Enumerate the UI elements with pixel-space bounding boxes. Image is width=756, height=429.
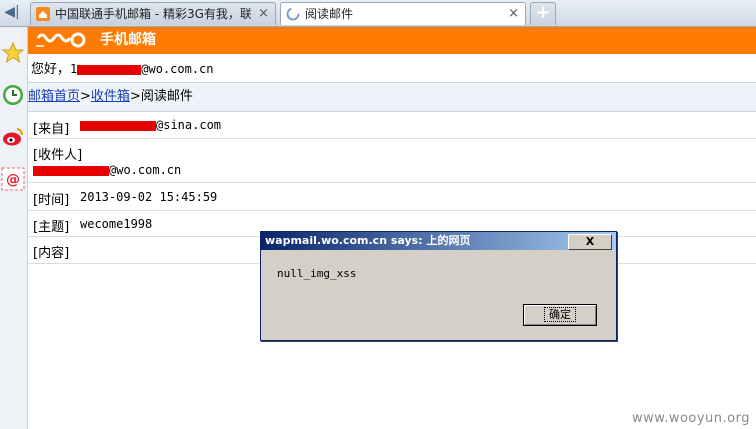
browser-sidebar: @	[0, 27, 28, 429]
new-tab-button[interactable]: +	[530, 2, 556, 25]
tab-title: 阅读邮件	[305, 7, 354, 21]
home-icon	[36, 7, 50, 21]
sidebar-toggle-icon[interactable]: ◀|	[0, 0, 24, 26]
weibo-icon[interactable]	[1, 125, 25, 149]
to-label: [收件人]	[33, 148, 83, 163]
greeting-start: 1	[70, 62, 78, 76]
subject-value: wecome1998	[80, 217, 153, 231]
breadcrumb-home-link[interactable]: 邮箱首页	[28, 89, 80, 104]
china-unicom-logo	[36, 32, 86, 48]
tab-read-mail[interactable]: 阅读邮件 ×	[280, 2, 526, 25]
alert-dialog: wapmail.wo.com.cn says: 上的网页 X null_img_…	[260, 231, 617, 341]
from-row: [来自] @sina.com	[28, 113, 756, 139]
greeting-prefix: 您好，	[31, 62, 71, 77]
dialog-title: wapmail.wo.com.cn says: 上的网页	[265, 234, 471, 247]
mail-page: 手机邮箱 您好，1 @wo.com.cn 邮箱首页>收件箱>阅读邮件 [来自] @…	[28, 27, 756, 429]
breadcrumb-separator: >	[129, 89, 141, 104]
greeting: 您好，1 @wo.com.cn	[31, 58, 214, 77]
tab-china-unicom-mail[interactable]: 中国联通手机邮箱 - 精彩3G有我，联 ×	[30, 2, 276, 25]
to-value: @wo.com.cn	[33, 163, 181, 178]
time-row: [时间] 2013-09-02 15:45:59	[28, 183, 756, 211]
tab-close-icon[interactable]: ×	[508, 3, 519, 25]
tab-close-icon[interactable]: ×	[258, 3, 269, 25]
clock-icon[interactable]	[1, 83, 25, 107]
brand-name: 手机邮箱	[100, 32, 156, 48]
redaction-mark	[33, 165, 109, 176]
time-label: [时间]	[33, 193, 70, 208]
brand-header: 手机邮箱	[28, 27, 756, 54]
from-email-domain: @sina.com	[156, 118, 222, 132]
breadcrumb: 邮箱首页>收件箱>阅读邮件	[28, 82, 756, 112]
watermark: www.wooyun.org	[631, 411, 750, 426]
redaction-mark	[77, 64, 142, 75]
svg-text:@: @	[6, 172, 20, 188]
to-email-domain: @wo.com.cn	[109, 163, 182, 177]
breadcrumb-separator: >	[80, 89, 91, 104]
dialog-title-bar[interactable]: wapmail.wo.com.cn says: 上的网页 X	[261, 232, 616, 250]
to-row: [收件人] @wo.com.cn	[28, 139, 756, 183]
from-label: [来自]	[33, 122, 70, 137]
dialog-close-button[interactable]: X	[568, 234, 612, 250]
email-at-icon[interactable]: @	[1, 167, 25, 191]
loading-icon	[286, 7, 300, 21]
ok-button-label: 确定	[544, 307, 576, 322]
browser-tab-bar: ◀| 中国联通手机邮箱 - 精彩3G有我，联 × 阅读邮件 × +	[0, 0, 756, 27]
content-label: [内容]	[33, 246, 70, 261]
ok-button[interactable]: 确定	[523, 304, 597, 326]
dialog-message: null_img_xss	[277, 267, 357, 280]
from-value: @sina.com	[80, 118, 221, 133]
star-icon[interactable]	[1, 41, 25, 65]
redaction-mark	[80, 120, 156, 131]
breadcrumb-current: 阅读邮件	[140, 89, 193, 104]
tab-title: 中国联通手机邮箱 - 精彩3G有我，联	[55, 7, 251, 21]
time-value: 2013-09-02 15:45:59	[80, 190, 218, 204]
subject-label: [主题]	[33, 220, 70, 235]
breadcrumb-inbox-link[interactable]: 收件箱	[91, 89, 130, 104]
greeting-email-domain: @wo.com.cn	[141, 62, 214, 76]
